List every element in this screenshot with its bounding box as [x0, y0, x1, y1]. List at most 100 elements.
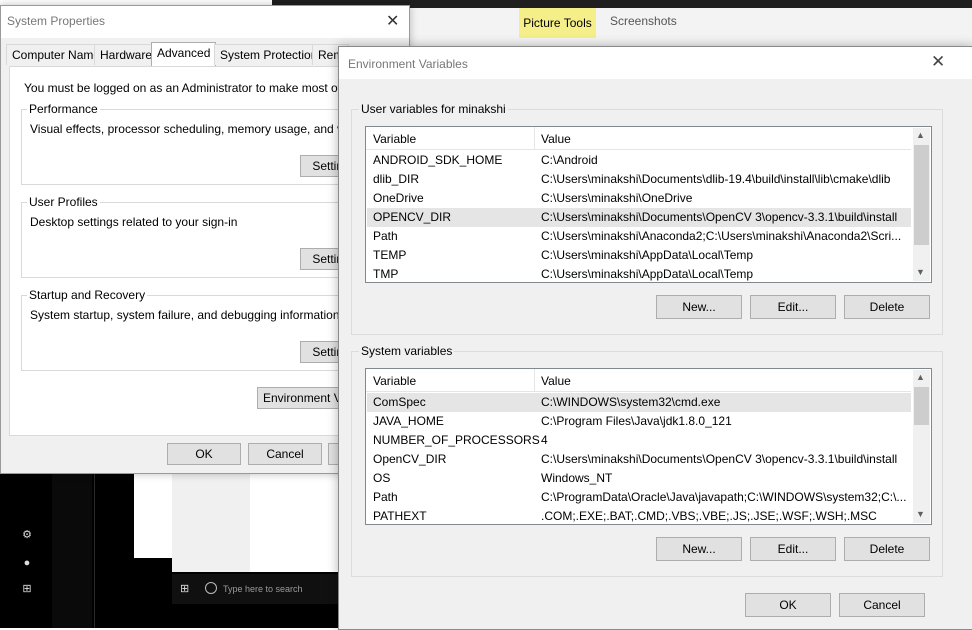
variable-value: Windows_NT [541, 471, 613, 485]
variable-name: OS [373, 471, 391, 485]
column-header-variable[interactable]: Variable [373, 374, 416, 388]
list-header: Variable Value [366, 369, 911, 392]
close-icon[interactable]: ✕ [931, 52, 945, 72]
variable-value: C:\Users\minakshi\Anaconda2;C:\Users\min… [541, 229, 902, 243]
variable-name: TMP [373, 267, 399, 281]
variable-value: C:\Users\minakshi\Documents\OpenCV 3\ope… [541, 210, 898, 224]
variable-value: C:\Users\minakshi\AppData\Local\Temp [541, 248, 754, 262]
variable-value: C:\ProgramData\Oracle\Java\javapath;C:\W… [541, 490, 907, 504]
variable-name: OneDrive [373, 191, 424, 205]
list-item[interactable]: NUMBER_OF_PROCESSORS 4 [367, 431, 911, 450]
variable-name: OpenCV_DIR [373, 452, 447, 466]
user-variables-label: User variables for minakshi [359, 102, 508, 116]
tab-system-protection[interactable]: System Protection [214, 44, 324, 65]
variable-value: C:\Users\minakshi\Documents\dlib-19.4\bu… [541, 172, 891, 186]
group-title: User Profiles [27, 195, 100, 209]
environment-variables-dialog: Environment Variables ✕ User variables f… [338, 46, 972, 630]
scroll-up-arrow-icon[interactable]: ▲ [916, 130, 925, 140]
system-delete-button[interactable]: Delete [844, 537, 930, 561]
variable-name: PATHEXT [373, 509, 427, 523]
variable-value: C:\Program Files\Java\jdk1.8.0_121 [541, 414, 732, 428]
group-title: Startup and Recovery [27, 288, 148, 302]
scroll-down-arrow-icon[interactable]: ▼ [916, 509, 925, 519]
list-item[interactable]: OPENCV_DIR C:\Users\minakshi\Documents\Op… [367, 208, 911, 227]
background-panel [94, 472, 135, 628]
variable-name: OPENCV_DIR [373, 210, 452, 224]
list-item[interactable]: dlib_DIR C:\Users\minakshi\Documents\dlib… [367, 170, 911, 189]
admin-note: You must be logged on as an Administrato… [24, 81, 384, 95]
variable-name: dlib_DIR [373, 172, 420, 186]
windows-start-icon[interactable]: ⊞ [20, 582, 34, 596]
taskbar-search-input[interactable]: Type here to search [223, 578, 303, 600]
ok-button[interactable]: OK [745, 593, 831, 617]
list-item[interactable]: Path C:\Users\minakshi\Anaconda2;C:\Users… [367, 227, 911, 246]
cancel-button[interactable]: Cancel [839, 593, 925, 617]
vertical-scrollbar[interactable]: ▲ ▼ [913, 370, 930, 523]
variable-value: 4 [541, 433, 548, 447]
system-new-button[interactable]: New... [656, 537, 742, 561]
variable-value: C:\Users\minakshi\Documents\OpenCV 3\ope… [541, 452, 898, 466]
list-item[interactable]: OS Windows_NT [367, 469, 911, 488]
ribbon-tab-screenshots[interactable]: Screenshots [610, 14, 677, 28]
variable-value: C:\WINDOWS\system32\cmd.exe [541, 395, 721, 409]
user-variables-list[interactable]: Variable Value ANDROID_SDK_HOME C:\Androi… [365, 126, 932, 283]
tab-computer-name[interactable]: Computer Name [6, 44, 107, 65]
variable-name: TEMP [373, 248, 407, 262]
scrollbar-thumb[interactable] [914, 145, 929, 245]
user-edit-button[interactable]: Edit... [750, 295, 836, 319]
settings-icon[interactable]: ⚙ [20, 528, 34, 542]
ribbon-tab-picture-tools[interactable]: Picture Tools [519, 8, 596, 38]
variable-name: ComSpec [373, 395, 426, 409]
list-item[interactable]: PATHEXT .COM;.EXE;.BAT;.CMD;.VBS;.VBE;.JS… [367, 507, 911, 526]
column-header-value[interactable]: Value [541, 374, 571, 388]
list-item[interactable]: OpenCV_DIR C:\Users\minakshi\Documents\Op… [367, 450, 911, 469]
cancel-button[interactable]: Cancel [248, 443, 322, 465]
group-title: Performance [27, 102, 100, 116]
column-header-variable[interactable]: Variable [373, 132, 416, 146]
vertical-scrollbar[interactable]: ▲ ▼ [913, 128, 930, 281]
variable-value: .COM;.EXE;.BAT;.CMD;.VBS;.VBE;.JS;.JSE;.… [541, 509, 877, 523]
background-ribbon [408, 8, 972, 46]
variable-value: C:\Android [541, 153, 598, 167]
scrollbar-thumb[interactable] [914, 387, 929, 425]
variable-name: NUMBER_OF_PROCESSORS [373, 433, 540, 447]
window-title: System Properties [7, 14, 106, 28]
list-item[interactable]: JAVA_HOME C:\Program Files\Java\jdk1.8.0_… [367, 412, 911, 431]
list-header: Variable Value [366, 127, 911, 150]
system-variables-list[interactable]: Variable Value ComSpec C:\WINDOWS\system3… [365, 368, 932, 525]
column-header-value[interactable]: Value [541, 132, 571, 146]
dialog-title: Environment Variables [348, 57, 468, 71]
list-item[interactable]: ComSpec C:\WINDOWS\system32\cmd.exe [367, 393, 911, 412]
variable-name: ANDROID_SDK_HOME [373, 153, 503, 167]
group-description: Visual effects, processor scheduling, me… [30, 122, 390, 136]
list-item[interactable]: ANDROID_SDK_HOME C:\Android [367, 151, 911, 170]
background-panel [52, 472, 92, 628]
user-new-button[interactable]: New... [656, 295, 742, 319]
tab-advanced[interactable]: Advanced [151, 42, 217, 66]
background-panel [250, 472, 340, 572]
system-variables-label: System variables [359, 344, 455, 358]
search-icon [205, 582, 217, 594]
scroll-down-arrow-icon[interactable]: ▼ [916, 267, 925, 277]
variable-value: C:\Users\minakshi\AppData\Local\Temp [541, 267, 754, 281]
tab-hardware[interactable]: Hardware [94, 44, 159, 65]
scroll-up-arrow-icon[interactable]: ▲ [916, 372, 925, 382]
windows-start-icon[interactable]: ⊞ [180, 582, 189, 595]
ok-button[interactable]: OK [167, 443, 241, 465]
user-icon[interactable]: ● [20, 556, 34, 570]
column-divider[interactable] [534, 127, 535, 149]
variable-name: JAVA_HOME [373, 414, 444, 428]
close-icon[interactable]: ✕ [386, 11, 399, 31]
variable-name: Path [373, 490, 398, 504]
user-delete-button[interactable]: Delete [844, 295, 930, 319]
variable-name: Path [373, 229, 398, 243]
list-item[interactable]: OneDrive C:\Users\minakshi\OneDrive [367, 189, 911, 208]
list-item[interactable]: TMP C:\Users\minakshi\AppData\Local\Temp [367, 265, 911, 284]
column-divider[interactable] [534, 369, 535, 391]
group-description: Desktop settings related to your sign-in [30, 215, 238, 229]
group-description: System startup, system failure, and debu… [30, 308, 340, 322]
list-item[interactable]: TEMP C:\Users\minakshi\AppData\Local\Temp [367, 246, 911, 265]
list-item[interactable]: Path C:\ProgramData\Oracle\Java\javapath;… [367, 488, 911, 507]
variable-value: C:\Users\minakshi\OneDrive [541, 191, 693, 205]
system-edit-button[interactable]: Edit... [750, 537, 836, 561]
